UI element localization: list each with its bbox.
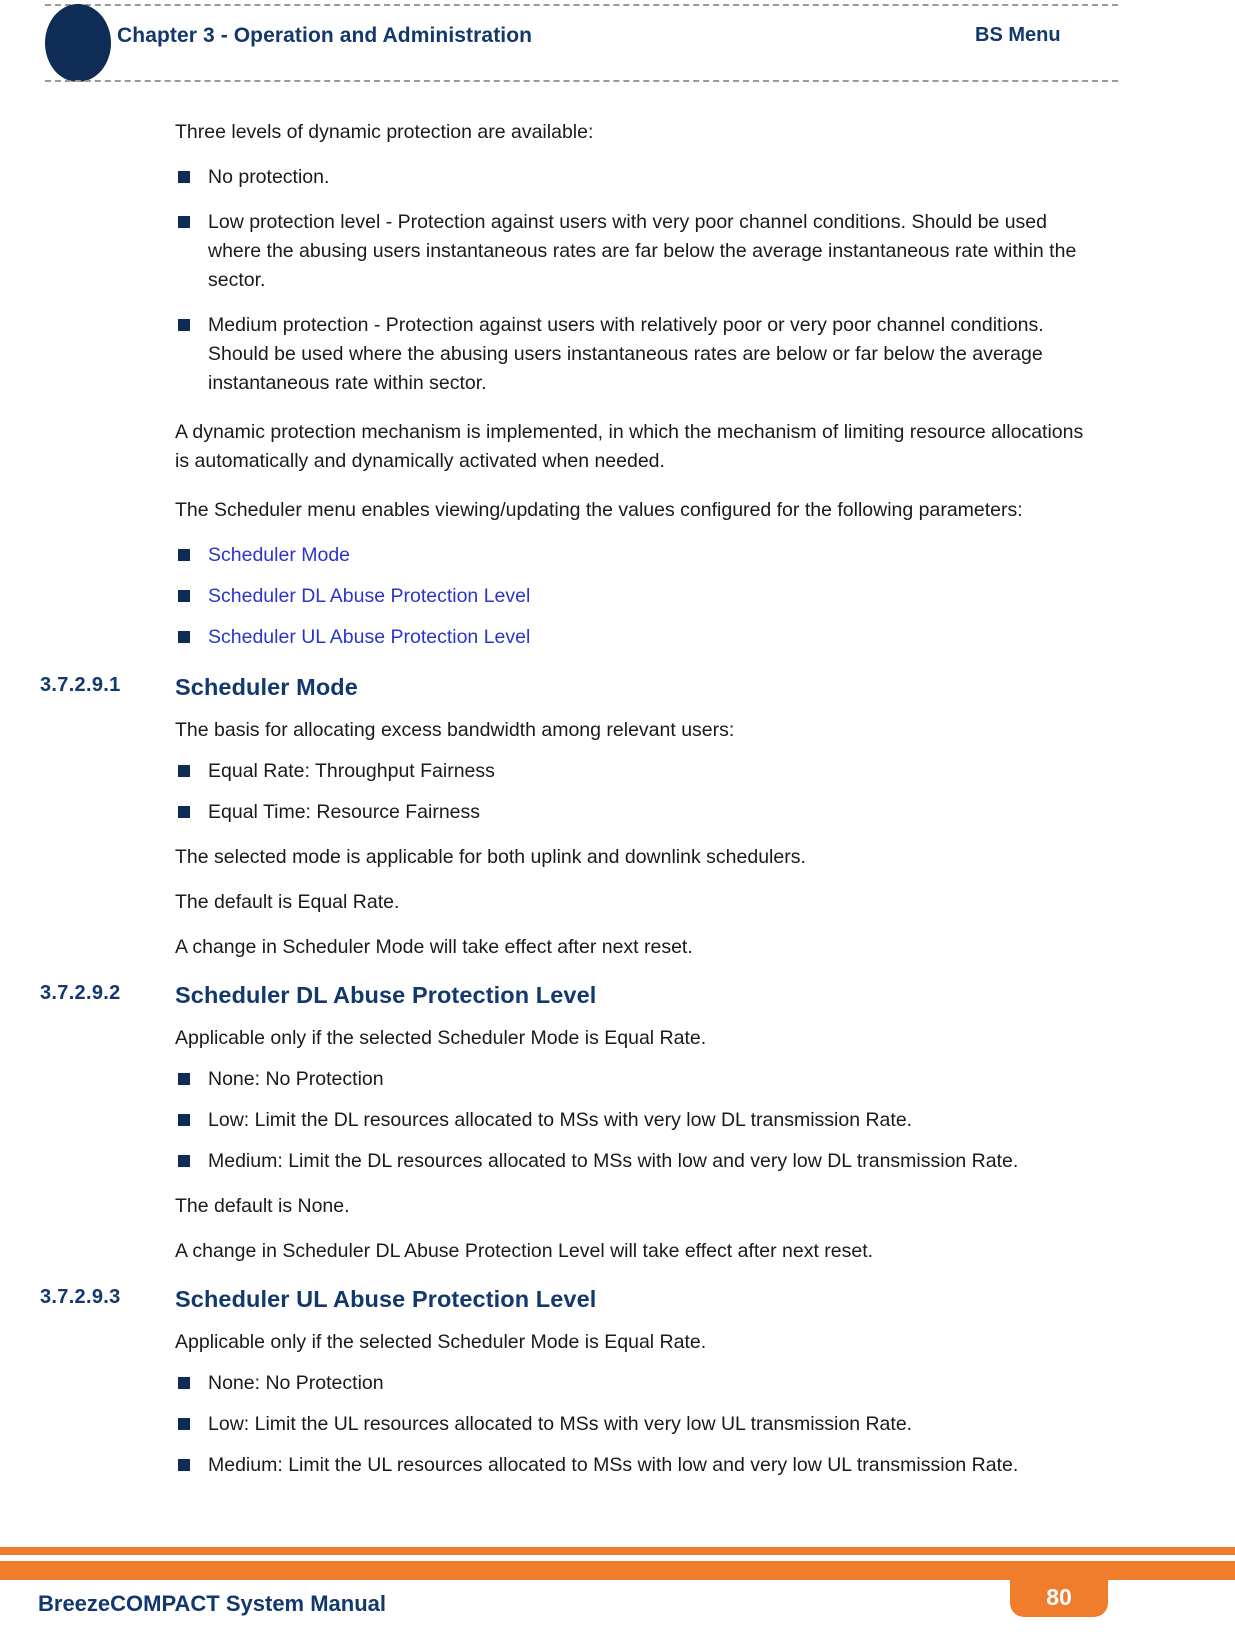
square-bullet-icon: [178, 171, 190, 183]
page-number-badge: 80: [1010, 1561, 1108, 1617]
list-item-label: Low: Limit the DL resources allocated to…: [208, 1109, 913, 1131]
section-note: The default is Equal Rate.: [175, 891, 400, 913]
document-content: Three levels of dynamic protection are a…: [0, 92, 1235, 1480]
list-item-label: Medium: Limit the DL resources allocated…: [208, 1150, 1019, 1172]
square-bullet-icon: [178, 1114, 190, 1126]
cross-reference-link-scheduler-mode[interactable]: Scheduler Mode: [0, 541, 1235, 570]
section-note: The selected mode is applicable for both…: [175, 846, 806, 868]
square-bullet-icon: [178, 1073, 190, 1085]
section-note: A change in Scheduler Mode will take eff…: [175, 936, 693, 958]
section-heading-3-7-2-9-3: 3.7.2.9.3 Scheduler UL Abuse Protection …: [0, 1286, 1235, 1320]
list-item: Low protection level - Protection agains…: [0, 208, 1235, 295]
list-item: None: No Protection: [0, 1369, 1235, 1398]
list-item-label: Equal Rate: Throughput Fairness: [208, 760, 495, 782]
section-note: A change in Scheduler DL Abuse Protectio…: [175, 1240, 874, 1262]
list-item-label: None: No Protection: [208, 1372, 384, 1394]
section-heading-3-7-2-9-1: 3.7.2.9.1 Scheduler Mode: [0, 674, 1235, 708]
list-item: Equal Time: Resource Fairness: [0, 798, 1235, 827]
cross-reference-link-scheduler-dl-abuse-protection-level[interactable]: Scheduler DL Abuse Protection Level: [0, 582, 1235, 611]
footer-accent-bar-thin: [0, 1547, 1235, 1555]
section-number: 3.7.2.9.2: [40, 982, 121, 1004]
list-item: Medium: Limit the DL resources allocated…: [0, 1147, 1235, 1176]
square-bullet-icon: [178, 216, 190, 228]
list-item-label: Equal Time: Resource Fairness: [208, 801, 481, 823]
section-intro: The basis for allocating excess bandwidt…: [175, 719, 735, 741]
square-bullet-icon: [178, 631, 190, 643]
cross-reference-link-scheduler-ul-abuse-protection-level[interactable]: Scheduler UL Abuse Protection Level: [0, 623, 1235, 652]
footer-manual-title: BreezeCOMPACT System Manual: [38, 1591, 387, 1616]
square-bullet-icon: [178, 549, 190, 561]
scheduler-menu-paragraph: The Scheduler menu enables viewing/updat…: [175, 499, 1023, 521]
chapter-title: Chapter 3 - Operation and Administration: [117, 24, 533, 47]
link-label[interactable]: Scheduler UL Abuse Protection Level: [208, 626, 530, 648]
list-item-label: Medium: Limit the UL resources allocated…: [208, 1454, 1019, 1476]
square-bullet-icon: [178, 1418, 190, 1430]
list-item-label: Low: Limit the UL resources allocated to…: [208, 1413, 913, 1435]
square-bullet-icon: [178, 1377, 190, 1389]
section-intro: Applicable only if the selected Schedule…: [175, 1331, 707, 1353]
section-title: Scheduler DL Abuse Protection Level: [175, 982, 597, 1008]
page-footer: BreezeCOMPACT System Manual 80: [0, 1529, 1235, 1639]
square-bullet-icon: [178, 1459, 190, 1471]
header-circle-logo-icon: [45, 4, 111, 82]
section-intro: Applicable only if the selected Schedule…: [175, 1027, 707, 1049]
section-note: The default is None.: [175, 1195, 350, 1217]
section-heading-3-7-2-9-2: 3.7.2.9.2 Scheduler DL Abuse Protection …: [0, 982, 1235, 1016]
list-item-label: Low protection level - Protection agains…: [208, 211, 1077, 291]
section-title: Scheduler Mode: [175, 674, 358, 700]
list-item: Medium: Limit the UL resources allocated…: [0, 1451, 1235, 1480]
link-label[interactable]: Scheduler Mode: [208, 544, 350, 566]
header-bottom-dashed-rule: [45, 80, 1118, 82]
section-number: 3.7.2.9.3: [40, 1286, 121, 1308]
list-item: Low: Limit the UL resources allocated to…: [0, 1410, 1235, 1439]
list-item: No protection.: [0, 163, 1235, 192]
link-label[interactable]: Scheduler DL Abuse Protection Level: [208, 585, 530, 607]
list-item: None: No Protection: [0, 1065, 1235, 1094]
section-number: 3.7.2.9.1: [40, 674, 121, 696]
list-item-label: No protection.: [208, 166, 330, 188]
list-item: Low: Limit the DL resources allocated to…: [0, 1106, 1235, 1135]
square-bullet-icon: [178, 1155, 190, 1167]
square-bullet-icon: [178, 806, 190, 818]
mechanism-paragraph: A dynamic protection mechanism is implem…: [175, 421, 1084, 472]
header-top-dashed-rule: [45, 4, 1118, 6]
header-section-title: BS Menu: [975, 24, 1061, 46]
list-item: Equal Rate: Throughput Fairness: [0, 757, 1235, 786]
square-bullet-icon: [178, 765, 190, 777]
list-item-label: None: No Protection: [208, 1068, 384, 1090]
list-item-label: Medium protection - Protection against u…: [208, 314, 1044, 394]
section-title: Scheduler UL Abuse Protection Level: [175, 1286, 597, 1312]
page-header: Chapter 3 - Operation and Administration…: [0, 0, 1235, 92]
square-bullet-icon: [178, 590, 190, 602]
list-item: Medium protection - Protection against u…: [0, 311, 1235, 398]
intro-paragraph: Three levels of dynamic protection are a…: [175, 121, 594, 143]
square-bullet-icon: [178, 319, 190, 331]
